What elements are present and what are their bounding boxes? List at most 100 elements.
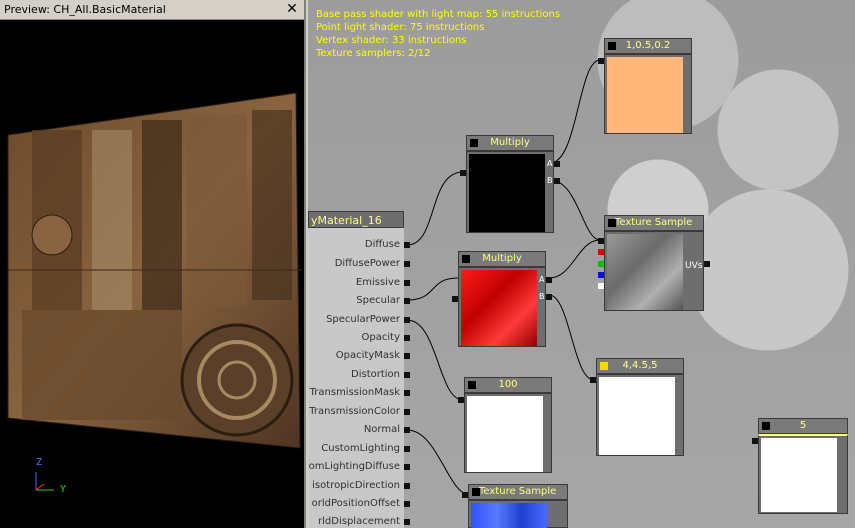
input-pin-a[interactable] (546, 277, 552, 283)
wire-diffuse (406, 171, 464, 246)
input-pin[interactable] (404, 317, 410, 323)
input-distortion[interactable]: Distortion (351, 366, 410, 384)
node-toggle-icon[interactable] (470, 139, 478, 147)
input-pin[interactable] (404, 298, 410, 304)
input-diffuse[interactable]: Diffuse (364, 236, 410, 254)
close-icon[interactable]: ✕ (284, 1, 300, 17)
input-transmissionmask[interactable]: TransmissionMask (309, 384, 410, 402)
input-worldpositionoffset[interactable]: orldPositionOffset (312, 495, 410, 513)
texture-sample-node-top[interactable]: Texture Sample UVs (598, 215, 710, 313)
output-pin-red[interactable] (598, 249, 604, 255)
input-pin[interactable] (404, 390, 410, 396)
wire-mult-b (549, 179, 601, 241)
material-result-node[interactable]: yMaterial_16 Diffuse DiffusePower Emissi… (308, 211, 410, 528)
node-title: 100 (498, 379, 518, 390)
node-toggle-icon[interactable] (472, 488, 480, 496)
input-pin[interactable] (404, 409, 410, 415)
node-toggle-icon[interactable] (608, 219, 616, 227)
input-specularpower[interactable]: SpecularPower (326, 311, 410, 329)
constant-445-node[interactable]: 4,4.5,5 (590, 358, 684, 458)
node-title: Texture Sample (479, 486, 557, 497)
output-pin[interactable] (598, 238, 604, 244)
node-toggle-icon[interactable] (468, 381, 476, 389)
input-pin[interactable] (404, 261, 410, 267)
node-title: 1,0.5,0.2 (625, 40, 671, 51)
input-diffusepower[interactable]: DiffusePower (335, 255, 410, 273)
output-pin-green[interactable] (598, 261, 604, 267)
input-worlddisplacement[interactable]: rldDisplacement (318, 513, 410, 528)
node-header: Texture Sample (468, 484, 568, 500)
node-body: A B (458, 267, 546, 347)
multiply-node-top[interactable]: Multiply A B (460, 135, 560, 235)
input-pin[interactable] (404, 372, 410, 378)
input-pin-b[interactable] (546, 294, 552, 300)
input-emissive[interactable]: Emissive (355, 274, 410, 292)
input-customlighting[interactable]: CustomLighting (321, 440, 410, 458)
wire-normal (406, 429, 471, 496)
multiply-node-mid[interactable]: Multiply A B (452, 251, 552, 349)
output-pin[interactable] (598, 58, 604, 64)
input-label: CustomLighting (321, 443, 400, 454)
node-header: Multiply (458, 251, 546, 267)
input-opacitymask[interactable]: OpacityMask (335, 347, 410, 365)
input-pin[interactable] (404, 427, 410, 433)
texture-sample-node-bottom[interactable]: Texture Sample (462, 484, 568, 528)
output-pin-alpha[interactable] (598, 283, 604, 289)
node-title: 4,4.5,5 (622, 360, 658, 371)
input-pin[interactable] (404, 242, 410, 248)
result-node-body: Diffuse DiffusePower Emissive Specular S… (308, 228, 410, 528)
input-label: Diffuse (364, 239, 400, 250)
constant-100-node[interactable]: 100 (458, 377, 552, 475)
wire-mult2-b (548, 294, 595, 381)
node-preview (599, 377, 675, 455)
preview-title: Preview: CH_All.BasicMaterial (4, 3, 166, 16)
input-pin-a[interactable] (554, 161, 560, 167)
output-pin[interactable] (452, 296, 458, 302)
input-pin[interactable] (404, 280, 410, 286)
output-pin[interactable] (462, 492, 468, 498)
node-body (468, 500, 568, 528)
node-toggle-icon[interactable] (762, 422, 770, 430)
input-pin[interactable] (404, 464, 410, 470)
input-pin-b[interactable] (554, 178, 560, 184)
material-editor: Preview: CH_All.BasicMaterial ✕ Z Y Base… (0, 0, 855, 528)
input-label: omLightingDiffuse (308, 461, 400, 472)
node-toggle-icon[interactable] (462, 255, 470, 263)
output-pin-blue[interactable] (598, 272, 604, 278)
node-preview (607, 57, 683, 133)
pin-label-a: A (547, 159, 553, 168)
node-body (596, 374, 684, 456)
material-graph-canvas[interactable]: Base pass shader with light map: 55 inst… (308, 0, 855, 528)
input-transmissioncolor[interactable]: TransmissionColor (309, 403, 410, 421)
constant-5-node[interactable]: 5 (752, 418, 848, 516)
input-opacity[interactable]: Opacity (362, 329, 410, 347)
input-pin-uvs[interactable] (704, 261, 710, 267)
preview-viewport[interactable]: Z Y (2, 20, 304, 526)
input-label: OpacityMask (335, 350, 400, 361)
input-pin[interactable] (404, 446, 410, 452)
output-pin[interactable] (590, 377, 596, 383)
pin-label-b: B (539, 292, 545, 301)
input-pin[interactable] (404, 353, 410, 359)
node-toggle-icon[interactable] (608, 42, 616, 50)
input-label: Emissive (355, 277, 400, 288)
input-specular[interactable]: Specular (356, 292, 410, 310)
node-header: Multiply (466, 135, 554, 151)
node-preview (461, 270, 537, 346)
node-header: 5 (758, 418, 848, 434)
input-customlightingdiffuse[interactable]: omLightingDiffuse (308, 458, 410, 476)
input-label: TransmissionMask (309, 387, 400, 398)
node-title: Texture Sample (615, 217, 693, 228)
input-pin[interactable] (404, 483, 410, 489)
input-pin[interactable] (404, 519, 410, 525)
constant-vector-node[interactable]: 1,0.5,0.2 (598, 38, 692, 136)
node-toggle-icon[interactable] (600, 362, 608, 370)
output-pin[interactable] (460, 170, 466, 176)
input-pin[interactable] (404, 335, 410, 341)
input-normal[interactable]: Normal (364, 421, 410, 439)
output-pin[interactable] (752, 438, 758, 444)
input-pin[interactable] (404, 501, 410, 507)
material-preview-plane (7, 92, 302, 449)
output-pin[interactable] (458, 397, 464, 403)
input-anisotropicdirection[interactable]: isotropicDirection (312, 477, 410, 495)
